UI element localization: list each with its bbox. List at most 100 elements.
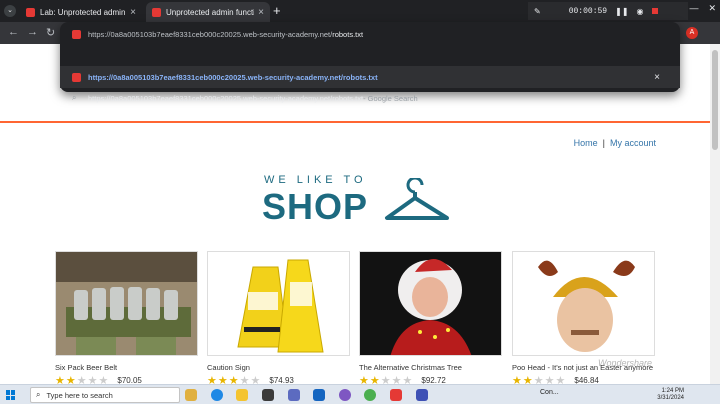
star-icon: ★ [544,375,556,384]
chrome-icon[interactable] [364,389,376,401]
omnibox-suggestion-url[interactable]: https://0a8a005103b7eaef8331ceb000c20025… [60,66,680,88]
search-placeholder: Type here to search [46,390,113,400]
store-icon[interactable] [262,389,274,401]
tab-strip: ⌄ Lab: Unprotected admin functionality ×… [0,0,720,22]
product-price: $74.93 [269,376,294,384]
product-rating: ★ ★ ★ ★ ★ $92.72 [359,374,502,384]
star-icon: ★ [55,375,66,384]
omnibox-suggestion-search[interactable]: ⌕ https://0a8a005103b7eaef8331ceb000c200… [60,88,680,108]
taskbar-search-input[interactable]: ⌕ Type here to search [30,387,180,403]
product-rating: ★ ★ ★ ★ ★ $70.05 [55,374,198,384]
address-bar[interactable]: https://0a8a005103b7eaef8331ceb000c20025… [60,22,680,46]
suggestion-text: https://0a8a005103b7eaef8331ceb000c20025… [88,72,378,82]
star-icon: ★ [207,375,218,384]
product-rating: ★ ★ ★ ★ ★ $46.84 [512,374,655,384]
product-image-christmas-tree[interactable] [359,251,502,356]
product-image-caution-sign[interactable] [207,251,350,356]
product-card[interactable]: Six Pack Beer Belt ★ ★ ★ ★ ★ $70.05 [55,251,198,384]
product-name: Six Pack Beer Belt [55,363,118,372]
camera-icon[interactable]: ◉ [637,7,644,16]
pen-icon[interactable]: ✎ [534,7,541,16]
profile-avatar[interactable]: A [686,27,698,39]
product-image-poo-head[interactable] [512,251,655,356]
url-typed-text: robots.txt [332,29,364,39]
star-icon: ★ [98,375,110,384]
star-icon: ★ [239,375,251,384]
star-icon: ★ [217,375,229,384]
product-price: $92.72 [421,376,446,384]
new-tab-button[interactable]: + [273,3,281,18]
star-icon: ★ [87,375,99,384]
omnibox-dropdown: https://0a8a005103b7eaef8331ceb000c20025… [60,22,680,103]
star-icon: ★ [369,375,381,384]
portswigger-favicon-icon [26,7,35,17]
file-explorer-icon[interactable] [236,389,248,401]
app-icon[interactable] [339,389,351,401]
scrollbar-thumb[interactable] [712,50,718,150]
star-icon: ★ [522,375,534,384]
tab-close-icon[interactable]: × [258,7,264,18]
hero-title: SHOP [262,186,369,227]
back-icon[interactable]: ← [8,26,19,38]
taskbar: ⌕ Type here to search Con... 1:24 PM 3/3… [0,384,720,404]
recorder-icon[interactable] [416,389,428,401]
recorder-timer: 00:00:59 [568,6,608,16]
task-view-icon[interactable] [185,389,197,401]
product-price: $70.05 [117,376,142,384]
star-icon: ★ [512,375,523,384]
tab-active[interactable]: Unprotected admin functionality × [146,2,270,22]
star-icon: ★ [359,375,370,384]
stop-icon[interactable] [651,8,658,14]
star-icon: ★ [65,375,77,384]
hero-banner: WE LIKE TO SHOP [262,174,462,234]
network-status[interactable]: Con... [540,389,559,396]
star-icon: ★ [250,375,262,384]
tab-search-chevron-icon[interactable]: ⌄ [4,5,16,17]
product-card[interactable]: The Alternative Christmas Tree ★ ★ ★ ★ ★ $92… [359,251,502,384]
star-icon: ★ [76,375,88,384]
hero-tagline: WE LIKE TO [264,174,367,186]
suggestion-text: https://0a8a005103b7eaef8331ceb000c20025… [88,93,364,103]
site-favicon-icon [72,30,81,39]
pause-icon[interactable]: ❚❚ [615,7,628,16]
close-window-icon[interactable]: ✕ [708,3,716,14]
page-scrollbar[interactable] [710,44,720,384]
windows-start-icon[interactable] [6,390,16,400]
clock-date: 3/31/2024 [657,395,684,401]
tab-title: Lab: Unprotected admin functionality [40,7,126,17]
minimize-icon[interactable]: — [689,3,698,14]
url-scheme: https:// [88,29,111,39]
product-price: $46.84 [574,376,599,384]
burp-suite-icon[interactable] [390,389,402,401]
watermark: Wondershare [598,358,653,368]
home-link[interactable]: Home [574,138,598,148]
site-favicon-icon [72,73,81,82]
suggestion-suffix: - Google Search [363,93,418,103]
header-divider [0,121,710,123]
window-controls: — ✕ [689,3,716,14]
product-name: Caution Sign [207,363,250,372]
product-rating: ★ ★ ★ ★ ★ $74.93 [207,374,350,384]
app-icon[interactable] [288,389,300,401]
screen-recorder-bar: ✎ 00:00:59 ❚❚ ◉ [528,2,688,20]
tab-close-icon[interactable]: × [130,7,136,18]
edge-icon[interactable] [211,389,223,401]
url-host: 0a8a005103b7eaef8331ceb000c20025.web-sec… [110,29,333,39]
tab-lab[interactable]: Lab: Unprotected admin functionality × [20,2,142,22]
clock-time: 1:24 PM [661,388,684,394]
tab-title: Unprotected admin functionality [166,7,255,17]
star-icon: ★ [380,375,392,384]
portswigger-favicon-icon [152,7,161,17]
nav-separator: | [602,138,605,148]
system-clock[interactable]: 1:24 PM 3/31/2024 [640,388,684,402]
forward-icon[interactable]: → [27,26,38,38]
star-icon: ★ [555,375,567,384]
product-image-beer-belt[interactable] [55,251,198,356]
product-card[interactable]: Caution Sign ★ ★ ★ ★ ★ $74.93 [207,251,350,384]
star-icon: ★ [533,375,545,384]
star-icon: ★ [402,375,414,384]
my-account-link[interactable]: My account [610,138,656,148]
mail-icon[interactable] [313,389,325,401]
remove-suggestion-icon[interactable]: × [654,72,660,83]
reload-icon[interactable]: ↻ [46,26,55,39]
